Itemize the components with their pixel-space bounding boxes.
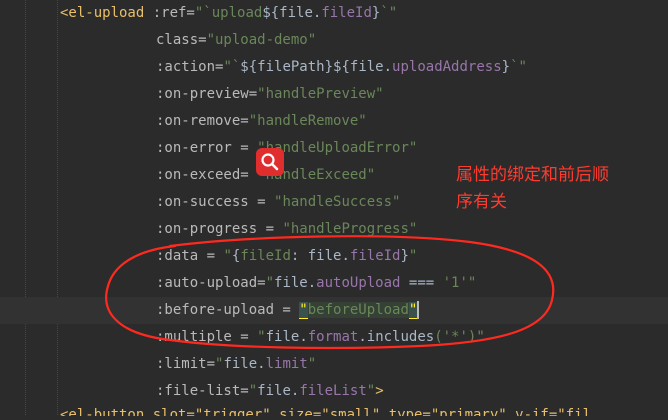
annotation-note: 属性的绑定和前后顺 序有关 [456,162,666,216]
annotation-line: 属性的绑定和前后顺 [456,165,609,185]
annotation-line: 序有关 [456,192,507,212]
